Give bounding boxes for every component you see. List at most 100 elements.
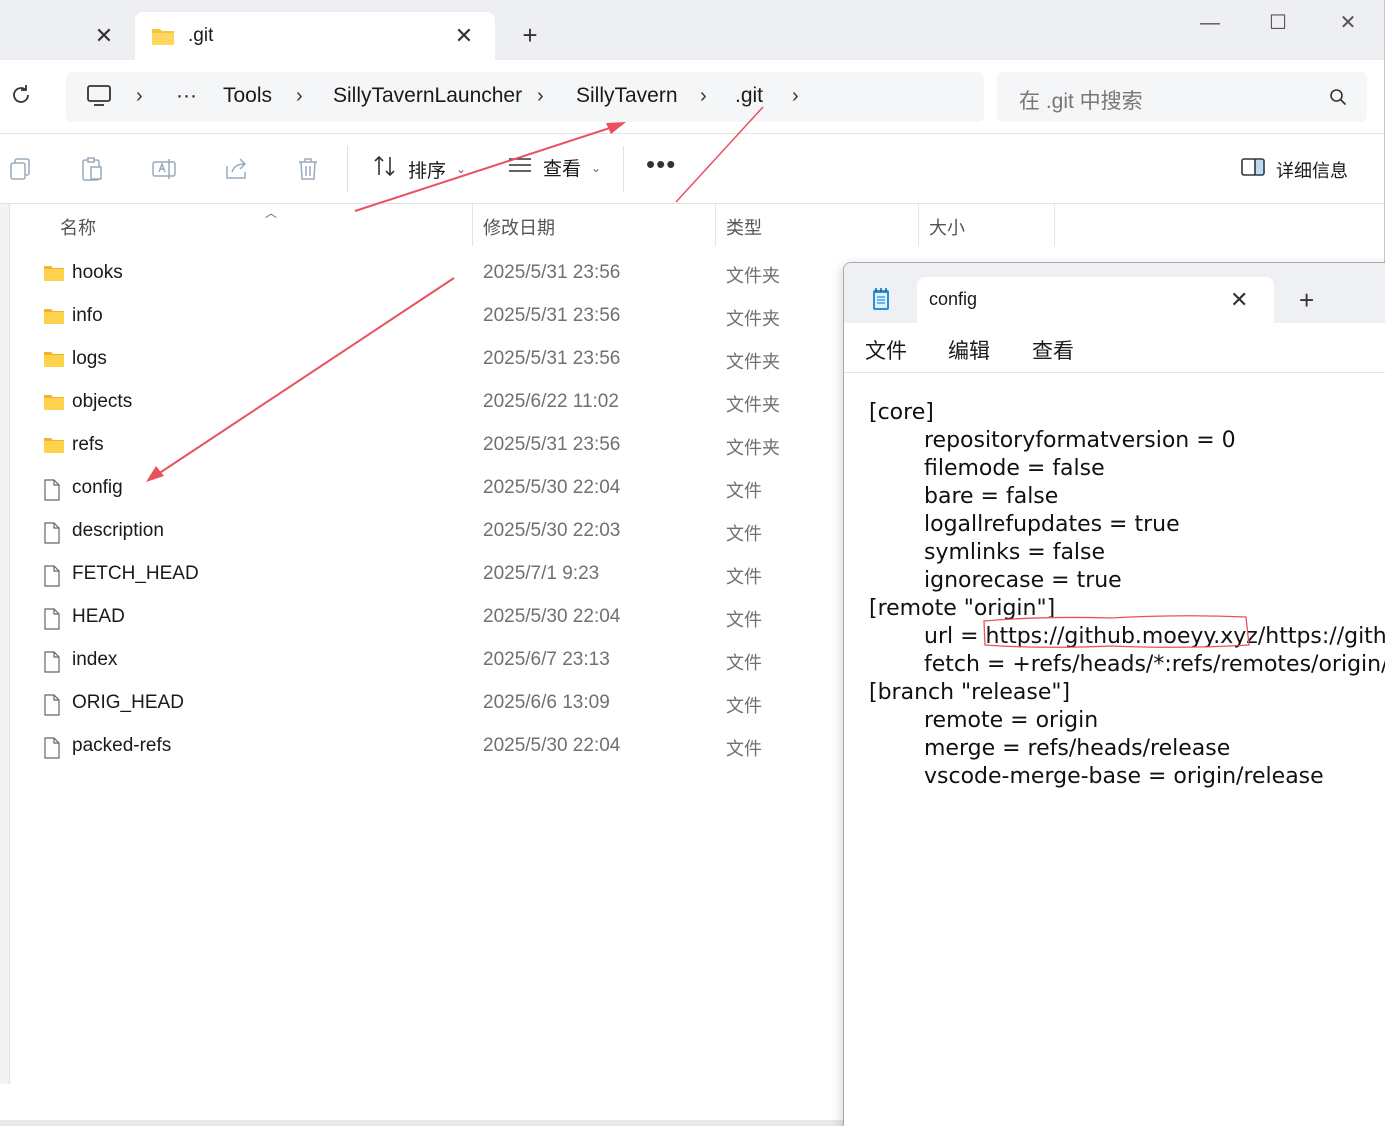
text-line: repositoryformatversion = 0 [869,427,1385,455]
close-window-button[interactable]: ✕ [1328,8,1368,38]
text-line: bare = false [869,483,1385,511]
chevron-right-icon[interactable]: › [792,85,799,108]
close-tab-icon[interactable]: ✕ [1230,287,1248,313]
close-tab-icon[interactable]: ✕ [92,24,116,48]
details-pane-button[interactable]: 详细信息 [1240,156,1348,183]
breadcrumb-sillytavernlauncher[interactable]: SillyTavernLauncher [333,84,522,108]
file-type: 文件夹 [726,266,780,286]
text-line: symlinks = false [869,539,1385,567]
column-separator[interactable] [472,204,473,246]
menu-file[interactable]: 文件 [865,335,907,365]
more-options-icon[interactable]: ••• [646,151,676,177]
line-text: [core] [869,400,934,425]
text-line: [branch "release"] [869,679,1385,707]
sort-label: 排序 [408,160,447,182]
menu-view[interactable]: 查看 [1032,335,1074,365]
refresh-icon[interactable] [8,82,36,110]
search-placeholder: 在 .git 中搜索 [1019,90,1143,113]
column-size[interactable]: 大小 [929,214,965,240]
copy-icon[interactable] [8,156,34,182]
url-highlight-annotation [983,615,1250,648]
sort-icon [372,154,398,184]
breadcrumb-tools[interactable]: Tools [223,84,272,108]
text-line: fetch = +refs/heads/*:refs/remotes/origi… [869,651,1385,679]
close-tab-icon[interactable]: ✕ [452,24,476,48]
file-type: 文件 [726,524,762,544]
column-separator[interactable] [918,204,919,246]
file-date: 2025/5/31 23:56 [483,434,621,455]
line-text: fetch = +refs/heads/*:refs/remotes/origi… [924,652,1385,677]
minimize-button[interactable]: — [1190,8,1230,38]
file-type: 文件 [726,739,762,759]
maximize-button[interactable]: ☐ [1258,8,1298,38]
column-date[interactable]: 修改日期 [483,214,555,240]
column-type[interactable]: 类型 [726,214,762,240]
file-date: 2025/5/31 23:56 [483,262,621,283]
file-type: 文件夹 [726,438,780,458]
text-line: remote = origin [869,707,1385,735]
file-name: FETCH_HEAD [72,563,199,584]
folder-icon [43,393,65,416]
text-editor[interactable]: [core] repositoryformatversion = 0 filemod… [869,399,1385,791]
this-pc-icon[interactable] [86,84,112,113]
line-text: repositoryformatversion = 0 [924,428,1236,453]
file-icon [43,479,61,506]
chevron-right-icon[interactable]: › [296,85,303,108]
tab-config[interactable]: config ✕ [917,277,1274,323]
file-name: ORIG_HEAD [72,692,184,713]
delete-icon[interactable] [295,156,321,182]
column-name[interactable]: 名称 [60,214,96,240]
file-name: HEAD [72,606,125,627]
file-date: 2025/5/30 22:04 [483,477,621,498]
file-type: 文件 [726,696,762,716]
column-separator[interactable] [715,204,716,246]
folder-icon [43,350,65,373]
view-label: 查看 [543,159,582,180]
text-line: [core] [869,399,1385,427]
file-icon [43,694,61,721]
file-icon [43,651,61,678]
breadcrumb-git[interactable]: .git [735,84,763,108]
file-date: 2025/6/22 11:02 [483,391,619,412]
file-date: 2025/5/30 22:04 [483,735,621,756]
sort-button[interactable]: 排序 ⌄ [372,154,466,184]
status-bar [0,1120,845,1126]
tab-previous[interactable]: ✕ [0,12,133,60]
folder-icon [43,307,65,330]
tab-git[interactable]: .git ✕ [135,12,495,60]
chevron-right-icon[interactable]: › [136,85,143,108]
file-date: 2025/5/31 23:56 [483,305,621,326]
menu-edit[interactable]: 编辑 [948,335,990,365]
breadcrumb[interactable]: › ··· Tools › SillyTavernLauncher › Sill… [66,72,984,122]
file-icon [43,608,61,635]
breadcrumb-more[interactable]: ··· [176,84,197,108]
line-text: remote = origin [924,708,1099,733]
chevron-right-icon[interactable]: › [700,85,707,108]
line-text: vscode-merge-base = origin/release [924,764,1324,789]
view-button[interactable]: 查看 ⌄ [507,154,601,181]
column-header: ︿ 名称 修改日期 类型 大小 [10,204,1385,246]
search-input[interactable]: 在 .git 中搜索 [997,72,1367,122]
line-text: bare = false [924,484,1059,509]
notepad-app-icon [871,287,891,316]
text-line: merge = refs/heads/release [869,735,1385,763]
text-line: ignorecase = true [869,567,1385,595]
share-icon[interactable] [223,156,249,182]
chevron-right-icon[interactable]: › [537,85,544,108]
folder-icon [151,26,175,51]
breadcrumb-sillytavern[interactable]: SillyTavern [576,84,678,108]
new-tab-button[interactable]: + [1299,287,1314,313]
file-type: 文件 [726,567,762,587]
file-name: description [72,520,164,541]
search-icon[interactable] [1329,88,1347,111]
rename-icon[interactable] [151,156,177,182]
file-date: 2025/5/30 22:03 [483,520,621,541]
new-tab-button[interactable]: + [515,20,545,50]
chevron-down-icon: ⌄ [456,162,467,176]
file-name: hooks [72,262,123,283]
paste-icon[interactable] [79,156,105,182]
details-label: 详细信息 [1276,160,1348,181]
file-icon [43,737,61,764]
command-bar: 排序 ⌄ 查看 ⌄ ••• 详细信息 [0,134,1384,204]
column-separator[interactable] [1054,204,1055,246]
